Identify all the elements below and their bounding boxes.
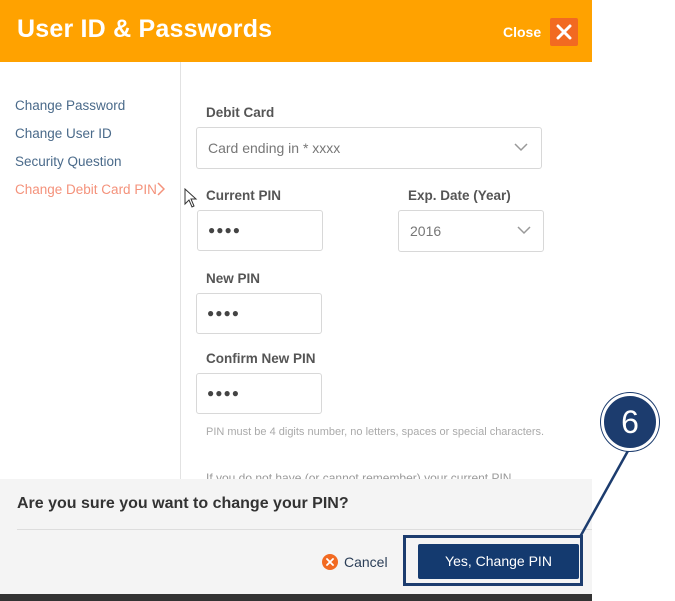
annotation-connector xyxy=(578,448,631,538)
step-number-badge: 6 xyxy=(601,393,659,451)
